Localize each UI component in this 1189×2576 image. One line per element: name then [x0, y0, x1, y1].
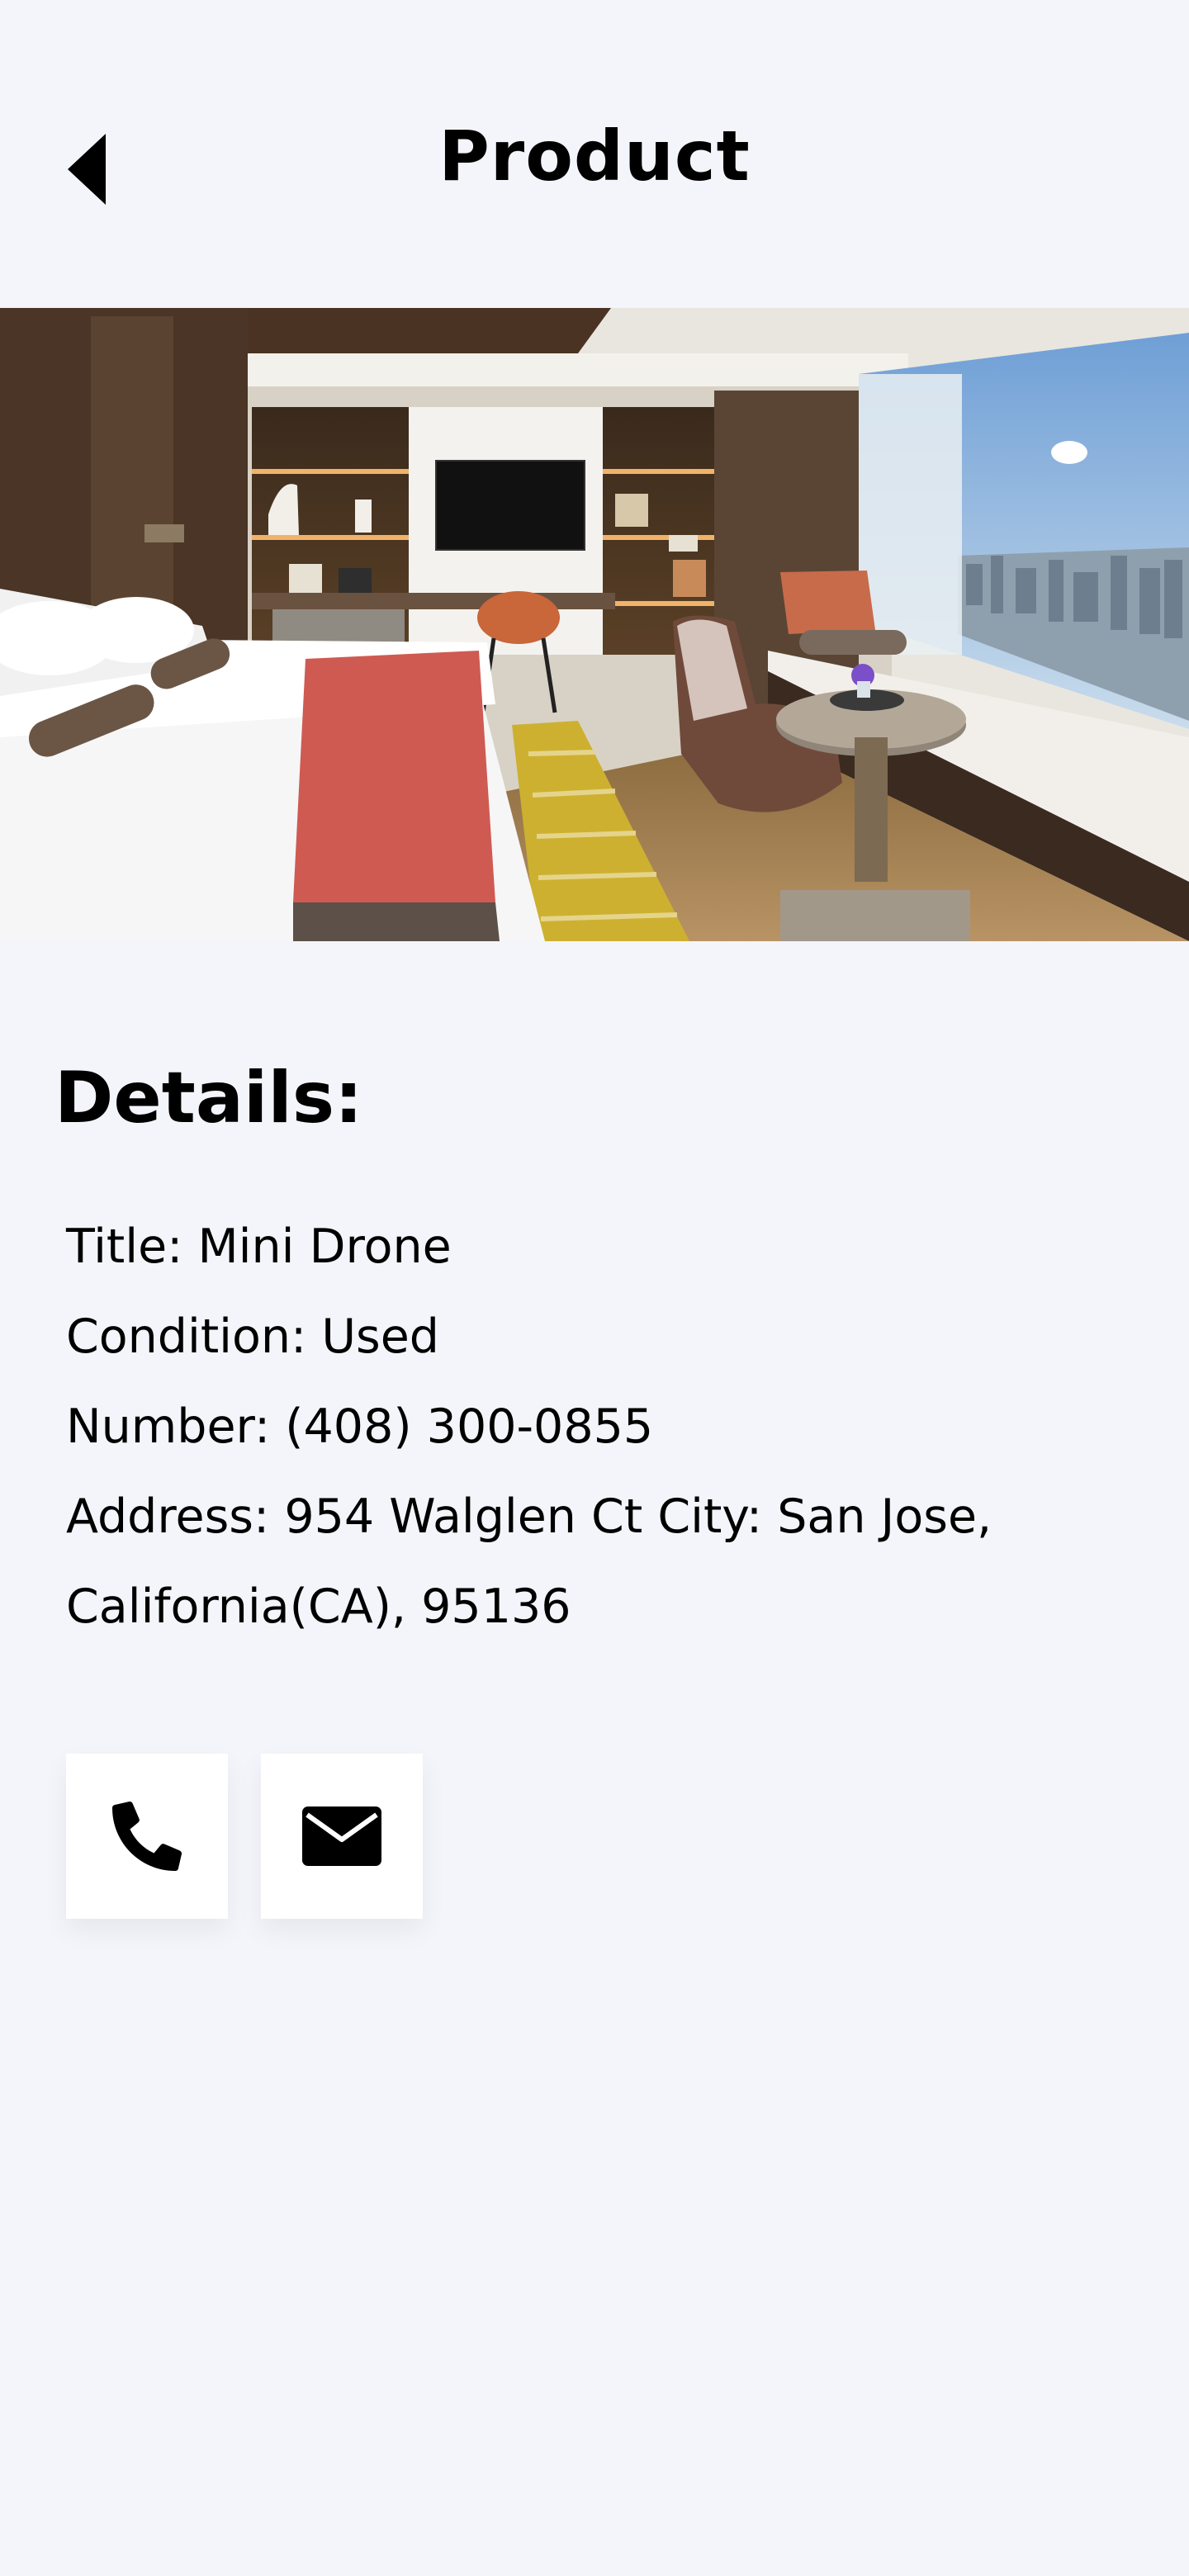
hotel-room-photo	[0, 308, 1189, 941]
envelope-icon	[302, 1807, 381, 1866]
page-title: Product	[438, 116, 751, 197]
email-button[interactable]	[261, 1754, 423, 1919]
detail-number: Number: (408) 300-0855	[66, 1399, 654, 1454]
call-button[interactable]	[66, 1754, 228, 1919]
product-image	[0, 308, 1189, 941]
detail-condition: Condition: Used	[66, 1309, 439, 1364]
phone-icon	[112, 1802, 182, 1871]
detail-address-line-1: Address: 954 Walglen Ct City: San Jose,	[66, 1489, 992, 1544]
detail-title: Title: Mini Drone	[66, 1219, 452, 1274]
details-heading: Details:	[54, 1057, 363, 1139]
header: Product	[0, 0, 1189, 305]
detail-address-line-2: California(CA), 95136	[66, 1579, 571, 1634]
